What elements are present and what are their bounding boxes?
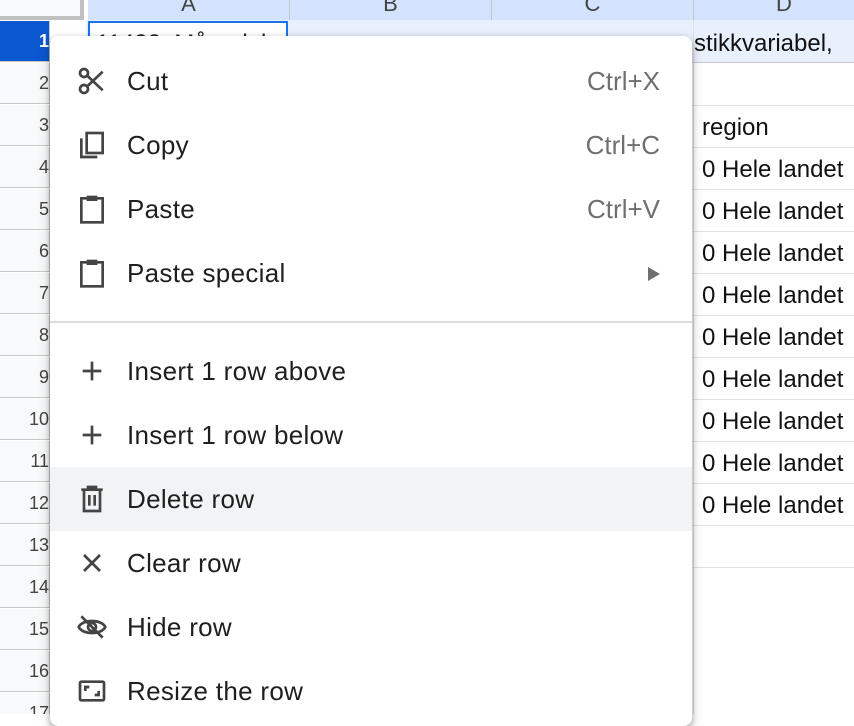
cell-d8[interactable]: 0 Hele landet (702, 324, 843, 352)
copy-icon (80, 131, 104, 159)
shortcut-label: Ctrl+X (587, 66, 660, 96)
row-header-11[interactable]: 11 (0, 441, 50, 482)
row-header-13[interactable]: 13 (0, 525, 50, 566)
grid-line (693, 20, 694, 714)
menu-item-label: Clear row (127, 548, 241, 578)
column-label: B (383, 0, 398, 16)
trash-icon (81, 485, 103, 513)
cell-d7[interactable]: 0 Hele landet (702, 282, 843, 310)
row-header-15[interactable]: 15 (0, 609, 50, 650)
close-icon (83, 554, 101, 572)
row-header-4[interactable]: 4 (0, 147, 50, 188)
menu-item-resize-row[interactable]: Resize the row (50, 659, 692, 723)
plus-icon (82, 361, 102, 381)
row-header-2[interactable]: 2 (0, 63, 50, 104)
cell-d5[interactable]: 0 Hele landet (702, 198, 843, 226)
menu-item-label: Insert 1 row below (127, 420, 344, 450)
row-header-9[interactable]: 9 (0, 357, 50, 398)
cell-d11[interactable]: 0 Hele landet (702, 450, 843, 478)
column-header-c[interactable]: C (492, 0, 694, 21)
cell-d1-text: stikkvariabel, (694, 30, 833, 57)
column-label: D (776, 0, 792, 16)
column-label: C (584, 0, 601, 16)
cell-d9[interactable]: 0 Hele landet (702, 366, 843, 394)
shortcut-label: Ctrl+V (587, 194, 660, 224)
row-header-1[interactable]: 1 (0, 21, 50, 62)
column-header-d[interactable]: D (694, 0, 854, 21)
menu-item-label: Hide row (127, 612, 232, 642)
row-header-7[interactable]: 7 (0, 273, 50, 314)
row-header-3[interactable]: 3 (0, 105, 50, 146)
clipboard-icon (80, 259, 104, 288)
menu-item-label: Resize the row (127, 676, 304, 706)
menu-item-label: Cut (127, 66, 169, 96)
menu-item-clear-row[interactable]: Clear row (50, 531, 692, 595)
resize-icon (78, 680, 106, 702)
menu-item-delete-row[interactable]: Delete row (50, 467, 692, 531)
menu-item-label: Copy (127, 130, 189, 160)
plus-icon (82, 425, 102, 445)
cell-d3[interactable]: region (702, 114, 769, 142)
column-label: A (181, 0, 196, 16)
menu-item-copy[interactable]: Copy Ctrl+C (50, 113, 692, 177)
shortcut-label: Ctrl+C (585, 130, 660, 160)
menu-item-paste[interactable]: Paste Ctrl+V (50, 177, 692, 241)
row-header-10[interactable]: 10 (0, 399, 50, 440)
select-all-corner[interactable] (0, 0, 84, 20)
column-header-b[interactable]: B (290, 0, 492, 21)
menu-separator (50, 321, 692, 323)
clipboard-icon (80, 195, 104, 224)
menu-item-insert-row-above[interactable]: Insert 1 row above (50, 339, 692, 403)
row-header-16[interactable]: 16 (0, 651, 50, 692)
row-header-12[interactable]: 12 (0, 483, 50, 524)
menu-item-paste-special[interactable]: Paste special (50, 241, 692, 305)
row-context-menu: Cut Ctrl+X Copy Ctrl+C Paste Ctrl+V Past… (50, 36, 692, 726)
row-header-17[interactable]: 17 (0, 693, 50, 714)
scissors-icon (78, 67, 104, 95)
menu-item-label: Paste special (127, 258, 286, 288)
row-header-8[interactable]: 8 (0, 315, 50, 356)
row-header-5[interactable]: 5 (0, 189, 50, 230)
cell-d10[interactable]: 0 Hele landet (702, 408, 843, 436)
row-header-14[interactable]: 14 (0, 567, 50, 608)
cell-d6[interactable]: 0 Hele landet (702, 240, 843, 268)
row-header-6[interactable]: 6 (0, 231, 50, 272)
menu-item-label: Insert 1 row above (127, 356, 347, 386)
menu-item-insert-row-below[interactable]: Insert 1 row below (50, 403, 692, 467)
cell-d4[interactable]: 0 Hele landet (702, 156, 843, 184)
submenu-arrow-icon (648, 267, 660, 281)
menu-item-cut[interactable]: Cut Ctrl+X (50, 49, 692, 113)
cell-d12[interactable]: 0 Hele landet (702, 492, 843, 520)
menu-item-label: Paste (127, 194, 195, 224)
eye-off-icon (77, 615, 107, 639)
column-header-a[interactable]: A (88, 0, 290, 21)
menu-item-label: Delete row (127, 484, 255, 514)
menu-item-hide-row[interactable]: Hide row (50, 595, 692, 659)
